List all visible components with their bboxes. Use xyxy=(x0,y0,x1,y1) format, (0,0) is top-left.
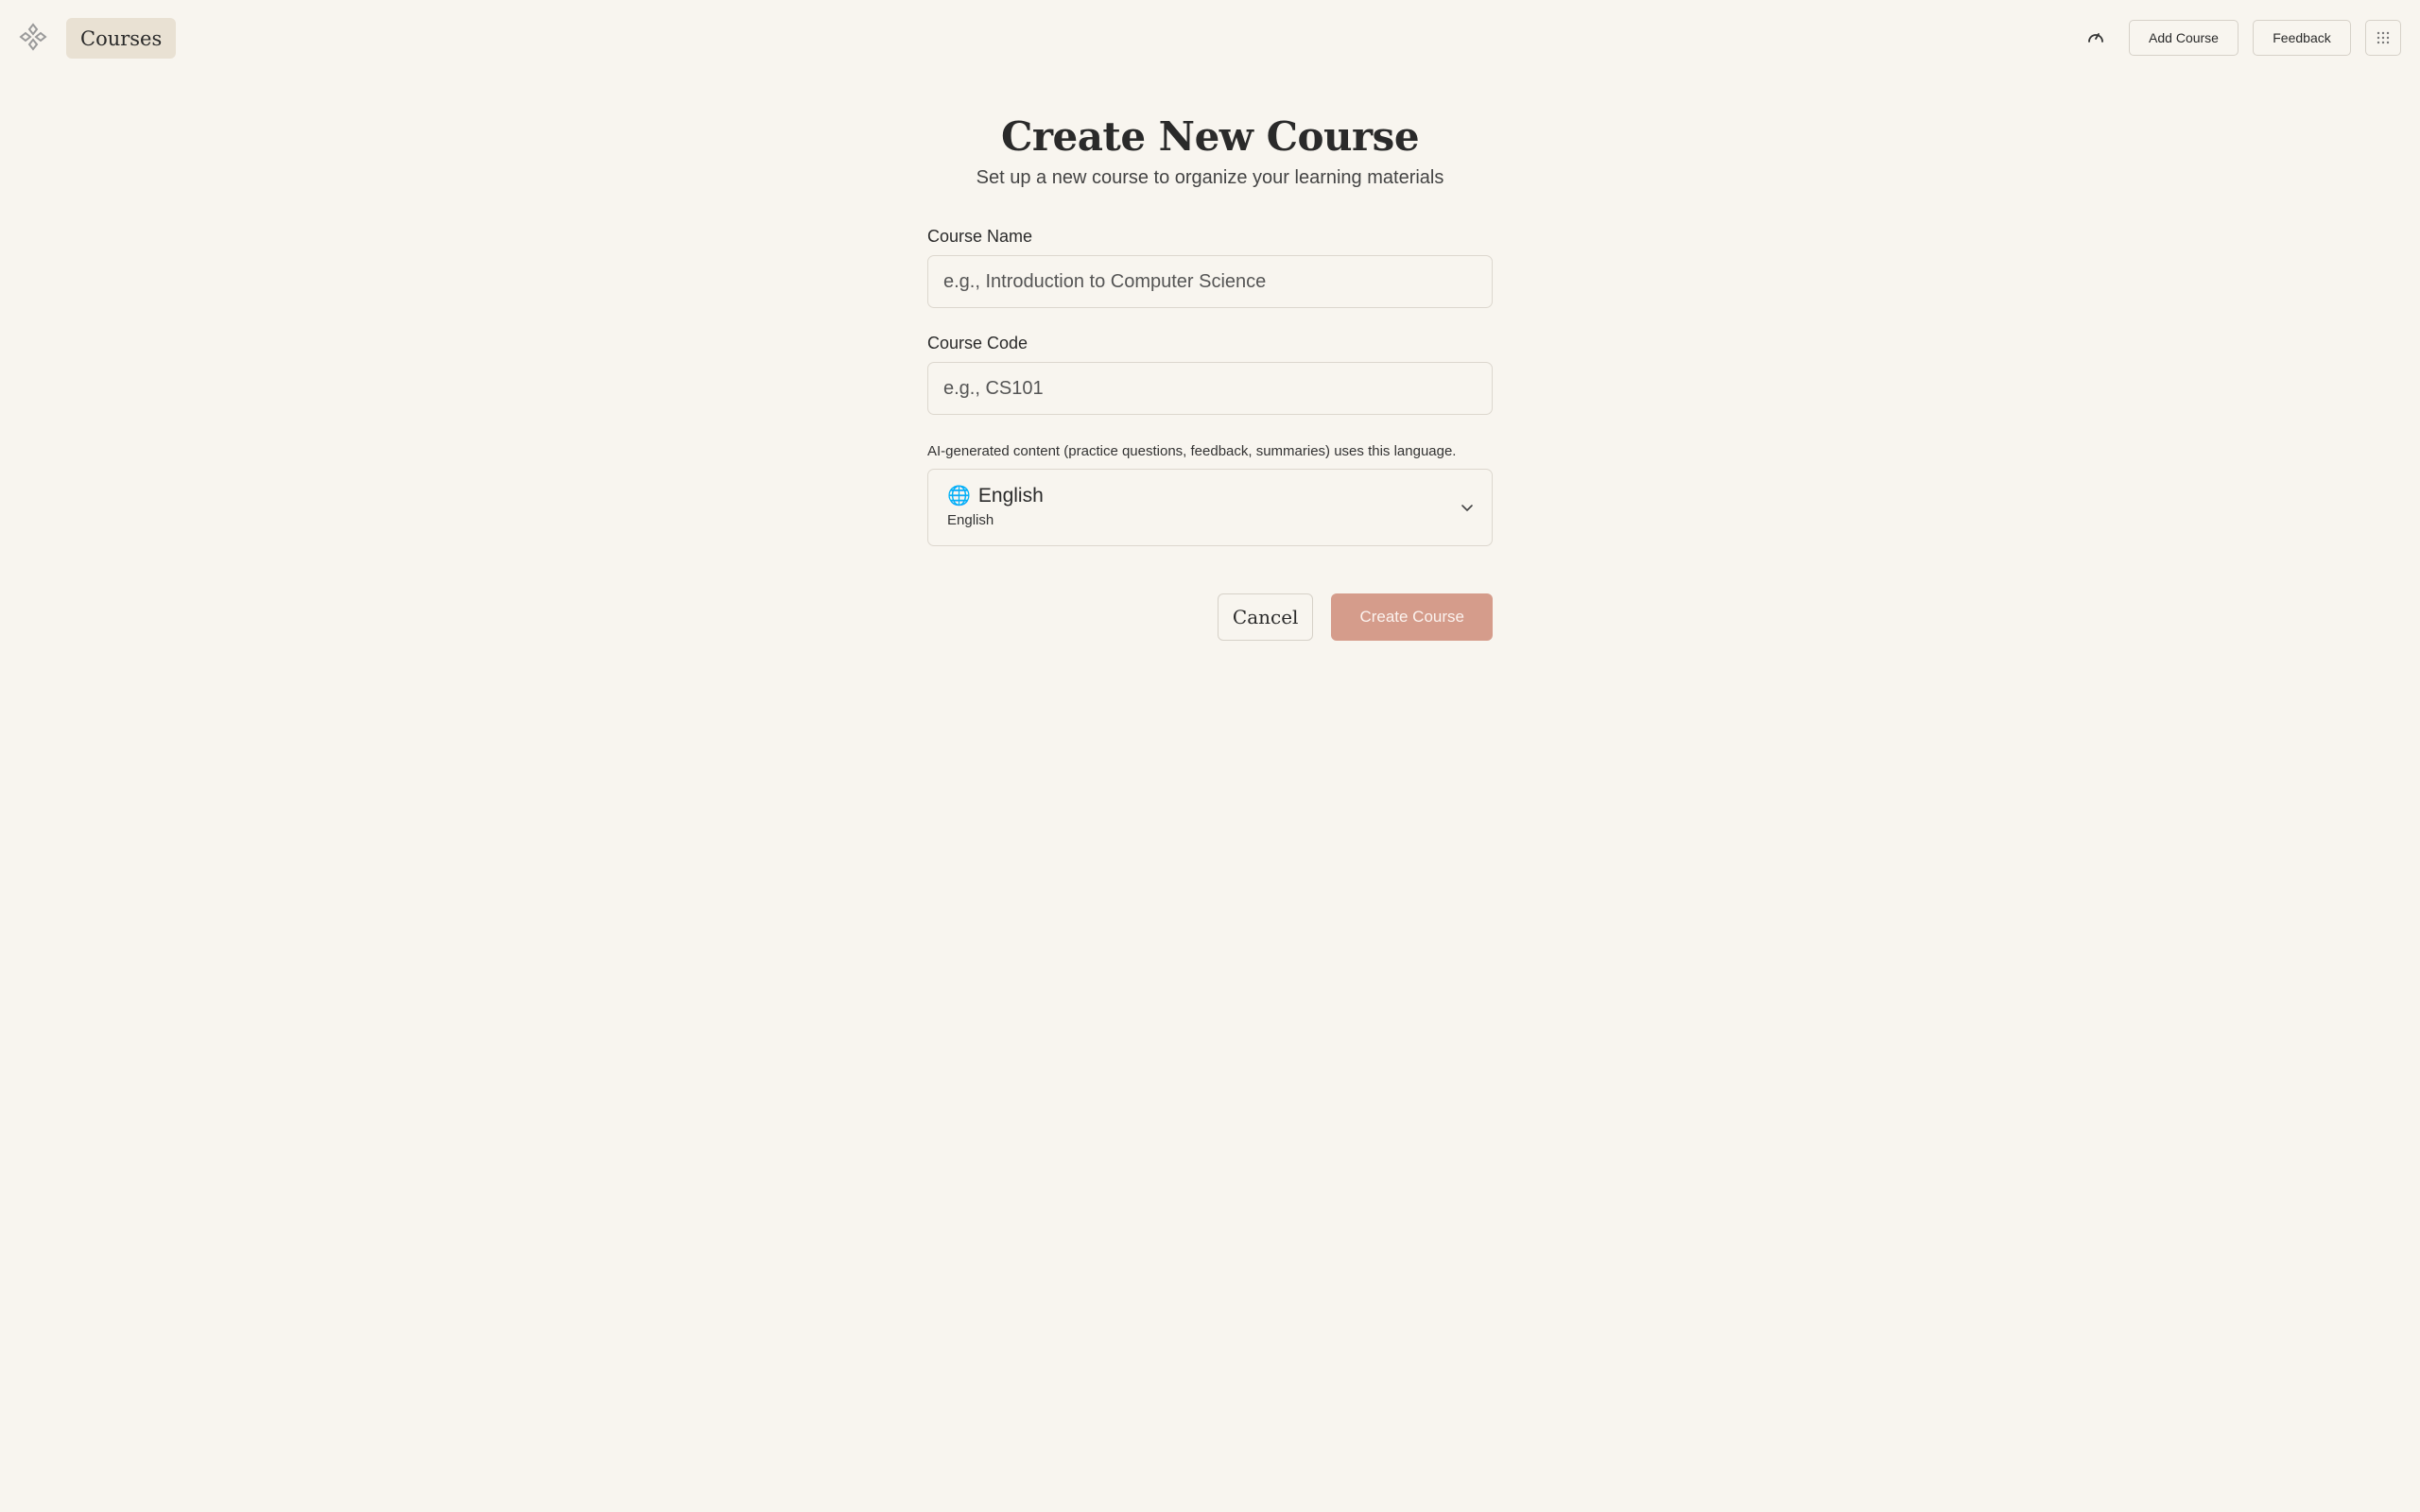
language-select[interactable]: 🌐 English English xyxy=(927,469,1493,546)
globe-icon: 🌐 xyxy=(947,486,971,507)
chevron-down-icon xyxy=(1461,505,1473,511)
language-native-label: English xyxy=(947,512,994,528)
apps-menu-button[interactable] xyxy=(2365,20,2401,56)
form-actions: Cancel Create Course xyxy=(927,593,1493,641)
create-course-form: Create New Course Set up a new course to… xyxy=(927,104,1493,641)
page-subtitle: Set up a new course to organize your lea… xyxy=(976,167,1444,188)
language-selected-label: English xyxy=(977,485,1044,507)
top-bar: Courses Add Course Feedback xyxy=(0,0,2420,76)
language-note: AI-generated content (practice questions… xyxy=(927,443,1457,459)
page-title: Create New Course xyxy=(1000,113,1420,160)
courses-nav-button[interactable]: Courses xyxy=(66,18,177,59)
course-name-input[interactable] xyxy=(927,255,1493,308)
add-course-button[interactable]: Add Course xyxy=(2129,20,2238,56)
course-name-label: Course Name xyxy=(927,227,1033,246)
create-course-button[interactable]: Create Course xyxy=(1331,593,1493,641)
progress-button[interactable] xyxy=(2081,23,2111,53)
diamond-nodes-icon xyxy=(19,23,47,51)
gauge-icon xyxy=(2088,33,2103,43)
course-code-label: Course Code xyxy=(927,334,1028,352)
feedback-button[interactable]: Feedback xyxy=(2253,20,2351,56)
course-code-input[interactable] xyxy=(927,362,1493,415)
language-selected-row: 🌐 English xyxy=(947,485,1473,507)
grid-dots-icon xyxy=(2377,31,2390,44)
app-logo[interactable] xyxy=(17,21,49,53)
cancel-button[interactable]: Cancel xyxy=(1217,593,1314,641)
